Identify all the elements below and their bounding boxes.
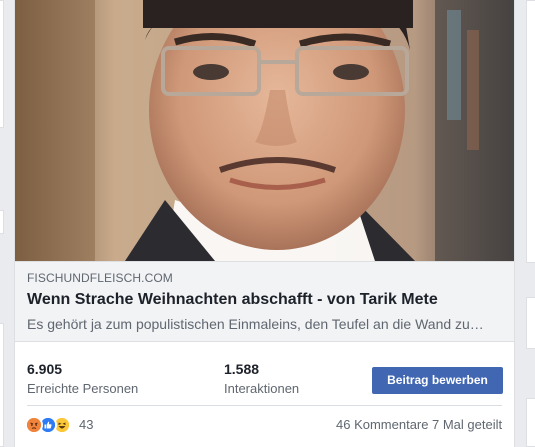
engagement-value: 1.588 — [224, 361, 260, 377]
adjacent-card-right — [515, 0, 535, 447]
post-card: FISCHUNDFLEISCH.COM Wenn Strache Weihnac… — [14, 0, 515, 447]
link-description: Es gehört ja zum populistischen Einmalei… — [27, 316, 484, 332]
divider — [27, 405, 502, 406]
link-preview-image[interactable] — [15, 0, 514, 261]
reach-value: 6.905 — [27, 361, 63, 377]
adjacent-card-edge — [0, 210, 4, 234]
adjacent-card-edge — [526, 297, 535, 349]
link-preview[interactable]: FISCHUNDFLEISCH.COM Wenn Strache Weihnac… — [15, 261, 514, 342]
reach-stat: 6.905 Erreichte Personen — [27, 361, 138, 397]
adjacent-card-edge — [0, 323, 4, 447]
social-summary: 43 46 Kommentare 7 Mal geteilt — [15, 408, 514, 442]
adjacent-card-edge — [526, 398, 535, 447]
link-domain: FISCHUNDFLEISCH.COM — [27, 271, 173, 285]
angry-icon — [25, 416, 43, 434]
engagement-label: Interaktionen — [224, 381, 300, 396]
comments-count[interactable]: 46 Kommentare — [336, 417, 429, 433]
engagement-stat: 1.588 Interaktionen — [224, 361, 299, 397]
adjacent-card-left — [0, 0, 14, 447]
adjacent-card-edge — [0, 0, 4, 128]
portrait-photo — [15, 0, 514, 261]
reaction-count[interactable]: 43 — [79, 417, 93, 433]
adjacent-card-edge — [526, 0, 535, 263]
boost-post-button[interactable]: Beitrag bewerben — [372, 367, 503, 394]
reach-label: Erreichte Personen — [27, 381, 139, 396]
link-headline[interactable]: Wenn Strache Weihnachten abschafft - von… — [27, 289, 502, 311]
shares-count[interactable]: 7 Mal geteilt — [432, 417, 502, 433]
post-insights: 6.905 Erreichte Personen 1.588 Interakti… — [15, 352, 514, 396]
